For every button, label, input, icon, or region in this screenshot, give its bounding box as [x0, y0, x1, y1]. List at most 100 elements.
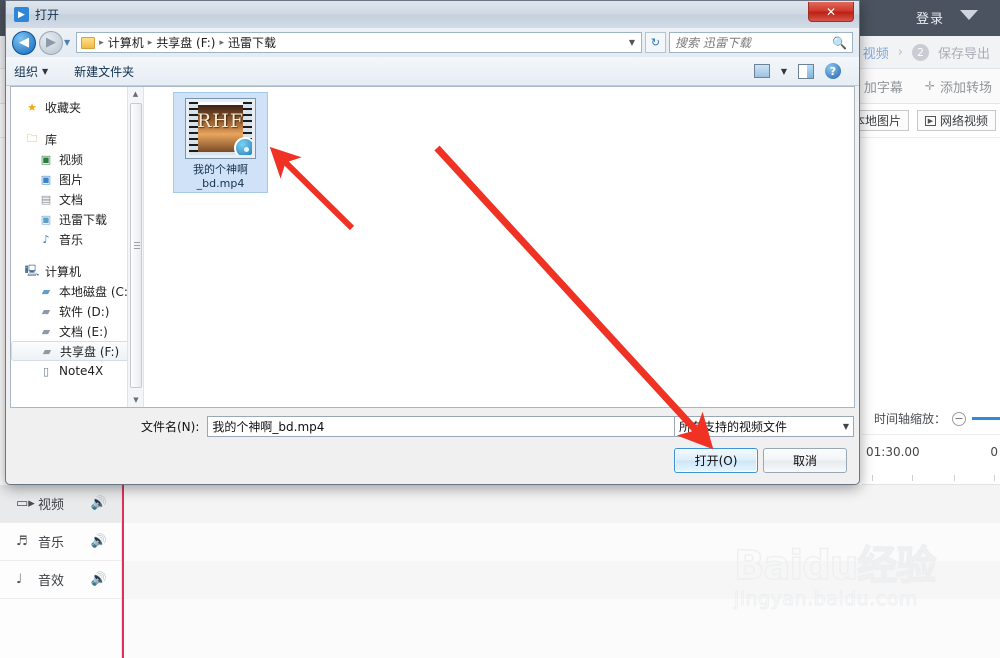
tree-item-documents[interactable]: ▤ 文档	[11, 189, 143, 209]
speaker-icon[interactable]: 🔊	[91, 496, 107, 511]
tree-label: 本地磁盘 (C:)	[59, 284, 133, 299]
step-current-label[interactable]: 视频	[863, 43, 889, 62]
track-row-sfx[interactable]: ♩ 音效 🔊	[0, 561, 121, 599]
help-icon[interactable]: ?	[825, 63, 841, 79]
dialog-titlebar[interactable]: ▶ 打开 ✕	[6, 1, 859, 28]
film-reel-icon	[234, 137, 252, 155]
tool-subtitle[interactable]: 加字幕	[859, 77, 903, 96]
chevron-down-icon[interactable]: ▼	[629, 38, 637, 47]
breadcrumb-item-drive[interactable]: 共享盘 (F:)	[156, 34, 215, 51]
tree-label: Note4X	[59, 364, 104, 378]
sound-effect-icon: ♩	[16, 572, 23, 587]
speaker-icon[interactable]: 🔊	[91, 534, 107, 549]
step-separator: ›	[897, 44, 903, 60]
preview-pane-icon[interactable]	[798, 63, 814, 79]
minus-circle-icon[interactable]: −	[952, 411, 967, 426]
new-folder-button[interactable]: 新建文件夹	[74, 63, 134, 80]
triangle-down-icon[interactable]: ▼	[128, 393, 144, 407]
scrollbar-thumb[interactable]	[130, 103, 142, 388]
navigation-pane: ★ 收藏夹 🗀 库 ▣ 视频 ▣ 图片 ▤ 文档 ▣ 迅雷下载 ♪ 音乐 🖳 计…	[11, 87, 144, 407]
tree-item-drive-d[interactable]: ▰ 软件 (D:)	[11, 301, 143, 321]
tree-item-drive-c[interactable]: ▰ 本地磁盘 (C:)	[11, 281, 143, 301]
search-input[interactable]: 搜索 迅雷下载 🔍	[669, 32, 853, 53]
filename-row: 文件名(N): 我的个神啊_bd.mp4 ▼	[141, 416, 703, 437]
speaker-icon[interactable]: 🔊	[91, 572, 107, 587]
scrollbar-grip	[134, 242, 140, 249]
tree-item-drive-f[interactable]: ▰ 共享盘 (F:)	[11, 341, 139, 361]
breadcrumb-separator: ▸	[219, 37, 224, 48]
view-mode-icon[interactable]	[753, 64, 770, 78]
music-note-icon: ♬	[16, 534, 28, 549]
search-icon[interactable]: 🔍	[832, 36, 847, 50]
track-row-video[interactable]: ▭▸ 视频 🔊	[0, 485, 121, 523]
tool-transition[interactable]: ✛ 添加转场	[925, 77, 992, 96]
refresh-icon[interactable]: ↻	[645, 32, 666, 53]
address-bar[interactable]: ▸ 计算机 ▸ 共享盘 (F:) ▸ 迅雷下载 ▼	[76, 32, 642, 53]
arrow-left-icon[interactable]: ◀	[12, 30, 36, 55]
tree-item-drive-e[interactable]: ▰ 文档 (E:)	[11, 321, 143, 341]
computer-icon: 🖳	[24, 263, 40, 277]
chevron-down-icon[interactable]	[960, 10, 978, 20]
toolbar-right-group: ▼ ?	[753, 63, 851, 79]
organize-button[interactable]: 组织 ▼	[14, 63, 48, 80]
music-icon: ♪	[42, 232, 50, 246]
tree-item-thunder-download[interactable]: ▣ 迅雷下载	[11, 209, 143, 229]
open-button[interactable]: 打开(O)	[674, 448, 758, 473]
chevron-down-icon[interactable]: ▼	[64, 38, 70, 47]
video-camera-icon: ▭▸	[16, 496, 35, 511]
chevron-down-icon[interactable]: ▼	[781, 67, 787, 76]
add-network-video-button[interactable]: ▶ 网络视频	[916, 110, 996, 131]
close-icon[interactable]: ✕	[808, 2, 854, 22]
ruler-timestamp-1: 01:30.00	[866, 445, 920, 459]
file-item[interactable]: RHF 我的个神啊 _bd.mp4	[173, 92, 268, 193]
dialog-navigation-bar: ◀ ▶ ▼ ▸ 计算机 ▸ 共享盘 (F:) ▸ 迅雷下载 ▼ ↻ 搜索 迅雷下…	[6, 28, 859, 57]
watermark-main: Baidu经验	[733, 543, 937, 589]
tree-item-favorites[interactable]: ★ 收藏夹	[11, 97, 143, 117]
filename-input[interactable]: 我的个神啊_bd.mp4 ▼	[207, 416, 703, 437]
step-number-badge: 2	[911, 43, 929, 61]
breadcrumb-separator: ▸	[147, 37, 153, 48]
tree-label: 计算机	[45, 264, 82, 279]
track-label: 音乐	[38, 536, 65, 551]
breadcrumb-item-computer[interactable]: 计算机	[108, 34, 144, 51]
screen-root: 登录 视频 › 2 保存导出 加字幕 ✛ 添加转场 ▤ 本地图片	[0, 0, 1000, 658]
tree-item-computer[interactable]: 🖳 计算机	[11, 261, 143, 281]
file-list-pane[interactable]: RHF 我的个神啊 _bd.mp4	[144, 87, 854, 407]
tree-label: 文档	[59, 192, 84, 207]
breadcrumb-item-folder[interactable]: 迅雷下载	[228, 34, 276, 51]
triangle-up-icon[interactable]: ▲	[128, 87, 143, 101]
tree-item-videos[interactable]: ▣ 视频	[11, 149, 143, 169]
timeline-zoom-control[interactable]: 时间轴缩放： −	[862, 403, 1000, 435]
timeline-lane-video[interactable]	[124, 485, 1000, 523]
drive-icon: ▰	[42, 344, 52, 358]
step-next-label[interactable]: 保存导出	[938, 43, 990, 62]
tree-item-music[interactable]: ♪ 音乐	[11, 229, 143, 249]
dialog-body: ★ 收藏夹 🗀 库 ▣ 视频 ▣ 图片 ▤ 文档 ▣ 迅雷下载 ♪ 音乐 🖳 计…	[10, 86, 855, 408]
organize-label: 组织	[14, 64, 39, 79]
tree-label: 文档 (E:)	[59, 324, 108, 339]
cancel-button[interactable]: 取消	[763, 448, 847, 473]
thumbnail-text: RHF	[196, 110, 245, 132]
search-placeholder: 搜索 迅雷下载	[675, 36, 751, 50]
timeline-playhead[interactable]	[122, 485, 124, 658]
pictures-icon: ▣	[40, 172, 52, 186]
arrow-right-icon[interactable]: ▶	[39, 30, 63, 55]
tree-item-note4x[interactable]: ▯ Note4X	[11, 361, 143, 381]
tree-item-pictures[interactable]: ▣ 图片	[11, 169, 143, 189]
filetype-select[interactable]: 所有支持的视频文件 ▼	[674, 416, 854, 437]
track-row-music[interactable]: ♬ 音乐 🔊	[0, 523, 121, 561]
system-drive-icon: ▰	[41, 284, 51, 298]
tree-item-libraries[interactable]: 🗀 库	[11, 129, 143, 149]
phone-icon: ▯	[42, 364, 50, 378]
tree-label: 库	[45, 132, 58, 147]
video-play-icon: ▶	[924, 115, 936, 126]
watermark-sub: jingyan.baidu.com	[734, 588, 918, 611]
navigation-scrollbar[interactable]: ▲ ▼	[127, 87, 143, 407]
ruler-timestamp-2: 0	[990, 445, 998, 459]
zoom-slider-track[interactable]	[972, 417, 1000, 420]
ruler-tick	[872, 475, 873, 481]
chevron-down-icon[interactable]: ▼	[843, 422, 849, 431]
login-button[interactable]: 登录	[916, 8, 944, 27]
star-icon: ★	[27, 100, 37, 114]
dialog-title: 打开	[35, 8, 60, 22]
